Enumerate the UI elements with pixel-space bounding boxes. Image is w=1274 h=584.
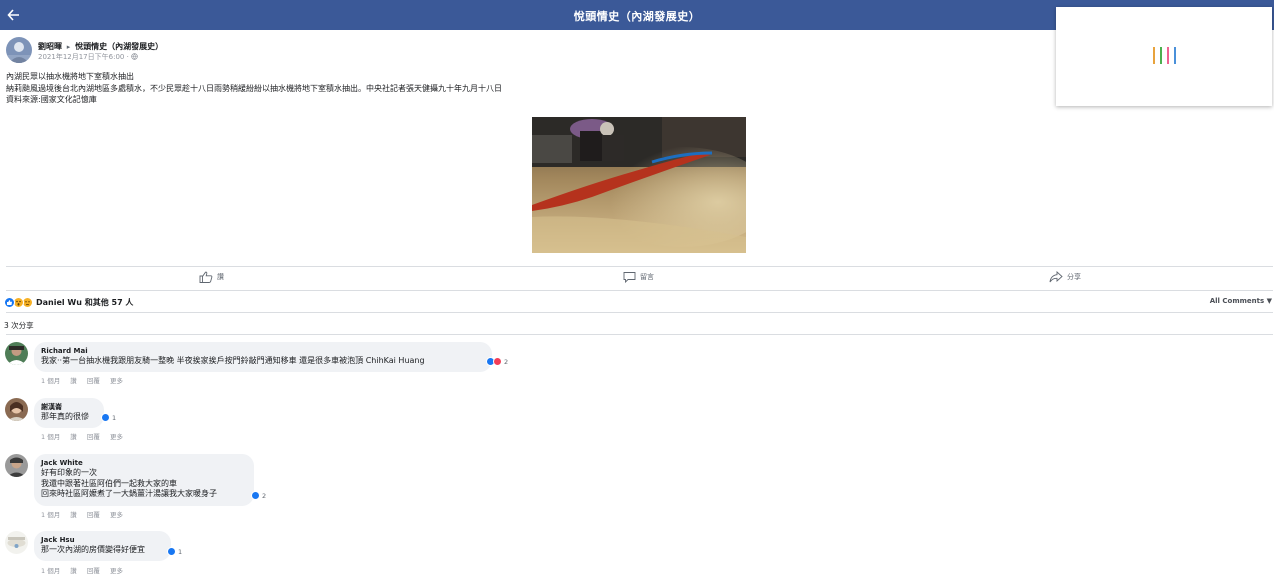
comment-time: 1 個月	[41, 433, 61, 441]
comment-bubble: Richard Mai 我家··第一台抽水機我跟朋友騎一整晚 半夜挨家挨戶按門鈴…	[34, 342, 492, 372]
comment-like-link[interactable]: 讚	[70, 377, 77, 385]
comment-line: 好有印象的一次	[41, 468, 97, 477]
group-name[interactable]: 悅頭情史（內湖發展史）	[75, 42, 163, 51]
comment-reactions[interactable]: 1	[101, 413, 116, 422]
comment-reply-link[interactable]: 回覆	[87, 433, 100, 441]
comment-line: 我還中跟著社區阿伯們一起救大家的車	[41, 478, 177, 488]
loading-spinner	[1153, 47, 1176, 65]
comment-line: 我家··第一台抽水機我跟朋友騎一整晚 半夜挨家挨戶按門鈴敲門通知移車 還是很多車…	[41, 356, 425, 365]
comment-text: 我家··第一台抽水機我跟朋友騎一整晚 半夜挨家挨戶按門鈴敲門通知移車 還是很多車…	[41, 356, 484, 367]
comment-text: 那一次內湖的房價變得好便宜	[41, 545, 163, 556]
comment-more-link[interactable]: 更多	[110, 433, 123, 441]
post-photo[interactable]	[532, 117, 746, 253]
loader-bar-blue	[1174, 47, 1176, 64]
commenter-avatar[interactable]	[5, 398, 28, 421]
post-meta: 2021年12月17日下午6:00 ·	[38, 52, 138, 62]
commenter-name[interactable]: Jack White	[41, 458, 246, 468]
comment-time: 1 個月	[41, 377, 61, 385]
comment-bubble: 謝漢崙 那年真的很慘	[34, 398, 104, 428]
comment-more-link[interactable]: 更多	[110, 511, 123, 519]
comment-like-link[interactable]: 讚	[70, 511, 77, 519]
love-reaction-icon	[493, 357, 502, 366]
author-line: 劉昭暉 ▸ 悅頭情史（內湖發展史）	[38, 41, 163, 52]
globe-icon	[131, 53, 138, 61]
arrow-right-icon: ▸	[66, 43, 71, 51]
comment-actions: 1 個月 讚 回覆 更多	[41, 431, 131, 441]
divider	[6, 334, 1273, 335]
reaction-count: 2	[262, 491, 267, 500]
comment-text: 那年真的很慘	[41, 412, 96, 423]
post-line: 內湖民眾以抽水機將地下室積水抽出	[6, 72, 134, 81]
author-avatar[interactable]	[6, 37, 32, 63]
comment-like-link[interactable]: 讚	[70, 567, 77, 575]
thumbs-up-icon	[199, 271, 213, 283]
reaction-count: 1	[112, 413, 117, 422]
reaction-count: 2	[504, 357, 509, 366]
like-reaction-icon	[101, 413, 110, 422]
like-label: 讚	[217, 273, 224, 281]
share-count[interactable]: 3 次分享	[4, 320, 34, 331]
commenter-name[interactable]: 謝漢崙	[41, 402, 96, 412]
post-line: 納莉颱風過境後台北內湖地區多處積水，不少民眾趁十八日雨勢稍緩紛紛以抽水機將地下室…	[6, 83, 502, 93]
loader-bar-orange	[1153, 47, 1155, 64]
reaction-summary-text[interactable]: Daniel Wu 和其他 57 人	[36, 297, 133, 308]
comment-actions: 1 個月 讚 回覆 更多	[41, 509, 131, 519]
like-reaction-icon	[167, 547, 176, 556]
commenter-name[interactable]: Richard Mai	[41, 346, 484, 356]
comment-more-link[interactable]: 更多	[110, 567, 123, 575]
comment-more-link[interactable]: 更多	[110, 377, 123, 385]
post-timestamp[interactable]: 2021年12月17日下午6:00 ·	[38, 53, 131, 61]
comment-actions: 1 個月 讚 回覆 更多	[41, 375, 131, 385]
loader-bar-pink	[1167, 47, 1169, 64]
comment-label: 留言	[640, 273, 654, 281]
share-button[interactable]: 分享	[1049, 268, 1081, 286]
commenter-avatar[interactable]	[5, 342, 28, 365]
commenter-avatar[interactable]	[5, 454, 28, 477]
share-icon	[1049, 271, 1063, 283]
divider	[6, 290, 1273, 291]
comment-bubble: Jack Hsu 那一次內湖的房價變得好便宜	[34, 531, 171, 561]
comment-line: 那年真的很慘	[41, 412, 89, 421]
reactions-summary[interactable]: Daniel Wu 和其他 57 人	[4, 296, 133, 308]
comment-bubble: Jack White 好有印象的一次 我還中跟著社區阿伯們一起救大家的車 回來時…	[34, 454, 254, 506]
comment-reply-link[interactable]: 回覆	[87, 377, 100, 385]
divider	[6, 266, 1273, 267]
all-comments-dropdown[interactable]: All Comments ▼	[1210, 297, 1272, 305]
loading-popup	[1056, 7, 1272, 106]
comment-reply-link[interactable]: 回覆	[87, 511, 100, 519]
comment-button[interactable]: 留言	[623, 268, 654, 286]
comment-reply-link[interactable]: 回覆	[87, 567, 100, 575]
commenter-avatar[interactable]	[5, 531, 28, 554]
like-reaction-icon	[251, 491, 260, 500]
divider	[6, 312, 1273, 313]
comment-icon	[623, 271, 636, 283]
like-button[interactable]: 讚	[199, 268, 224, 286]
reaction-count: 1	[178, 547, 183, 556]
post-line: 資料來源:國家文化記憶庫	[6, 95, 97, 104]
comment-like-link[interactable]: 讚	[70, 433, 77, 441]
share-label: 分享	[1067, 273, 1081, 281]
post-body: 內湖民眾以抽水機將地下室積水抽出 納莉颱風過境後台北內湖地區多處積水，不少民眾趁…	[6, 71, 502, 106]
comment-reactions[interactable]: 2	[251, 491, 266, 500]
commenter-name[interactable]: Jack Hsu	[41, 535, 163, 545]
loader-bar-green	[1160, 47, 1162, 64]
author-name[interactable]: 劉昭暉	[38, 42, 62, 51]
comment-time: 1 個月	[41, 511, 61, 519]
comment-time: 1 個月	[41, 567, 61, 575]
comment-line: 回來時社區阿嬤煮了一大鍋薑汁湯讓我大家暖身子	[41, 489, 217, 498]
comment-reactions[interactable]: 2	[486, 357, 508, 366]
comment-reactions[interactable]: 1	[167, 547, 182, 556]
comment-actions: 1 個月 讚 回覆 更多	[41, 565, 131, 575]
like-reaction-icon	[4, 296, 15, 308]
comment-line: 那一次內湖的房價變得好便宜	[41, 545, 145, 554]
comment-text: 好有印象的一次 我還中跟著社區阿伯們一起救大家的車 回來時社區阿嬤煮了一大鍋薑汁…	[41, 468, 246, 500]
